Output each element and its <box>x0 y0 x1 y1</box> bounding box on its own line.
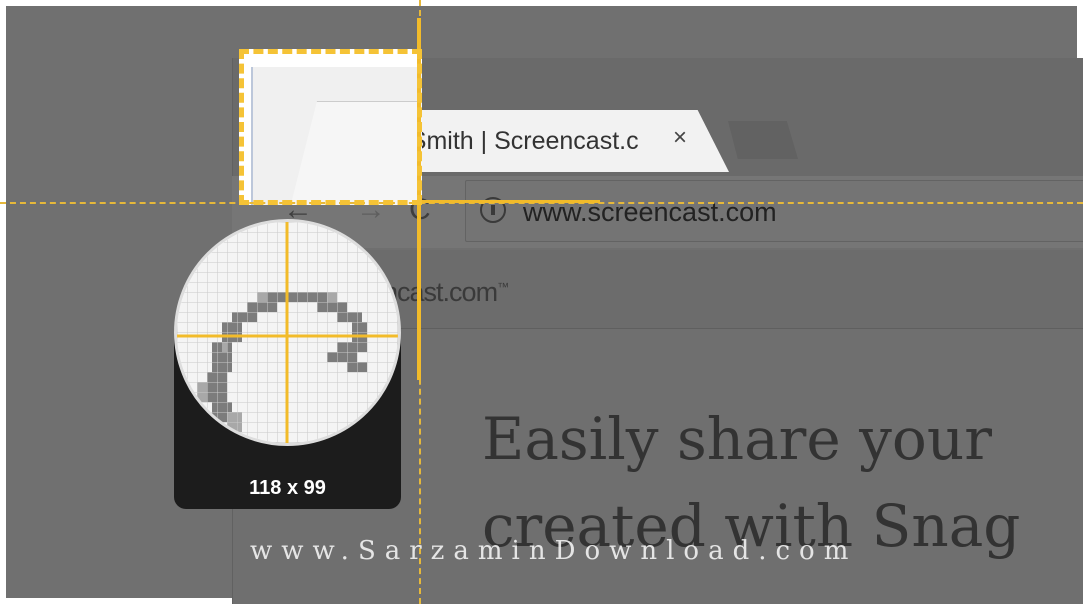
magnifier-loupe <box>174 219 401 446</box>
trademark-mark: ™ <box>497 280 509 294</box>
watermark: www.SarzaminDownload.com <box>250 536 858 566</box>
magnified-pixels <box>177 222 398 443</box>
selection-border[interactable] <box>239 49 422 205</box>
tab-close-icon[interactable]: × <box>673 124 687 152</box>
selection-dimensions: 118 x 99 <box>249 477 326 499</box>
magnifier: 118 x 99 <box>174 219 401 509</box>
selection-edge-horizontal <box>420 200 600 203</box>
hero-heading-line-1: Easily share your <box>482 405 992 473</box>
screen: TechSmith | Screencast.c × ← → C www.scr… <box>0 0 1083 604</box>
new-tab-button[interactable] <box>728 121 798 159</box>
